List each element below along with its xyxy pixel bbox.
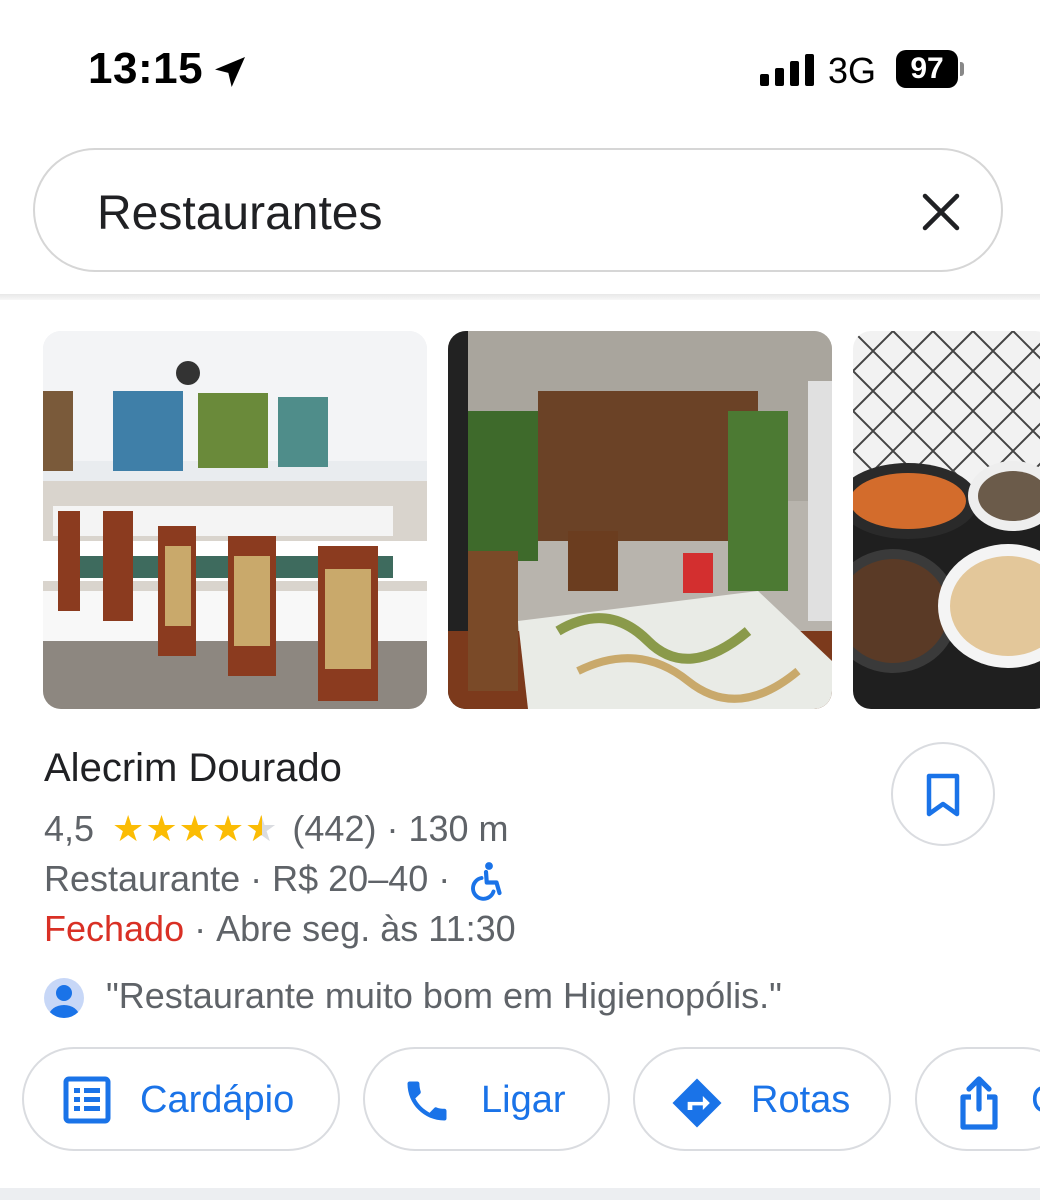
hours-row[interactable]: Fechado · Abre seg. às 11:30 [44,908,516,950]
open-status: Fechado [44,908,185,949]
wheelchair-accessible-icon [471,862,502,902]
directions-icon [672,1078,722,1128]
search-input[interactable]: Restaurantes [97,186,383,241]
save-button[interactable] [891,742,995,846]
rating-row: 4,5 ★★★★★★ (442)·130 m [44,808,509,850]
review-snippet-row[interactable]: "Restaurante muito bom em Higienopólis." [44,975,782,1019]
review-count[interactable]: (442) [292,808,376,849]
food-image [853,331,1040,709]
call-button-label: Ligar [481,1079,566,1121]
battery-level: 97 [896,50,958,88]
directions-button-label: Rotas [751,1079,851,1121]
battery-tip [960,62,964,76]
bookmark-icon [926,773,960,817]
header-divider [0,294,1040,300]
status-time: 13:15 [88,44,204,93]
user-avatar-icon [44,978,84,1019]
opening-hours: Abre seg. às 11:30 [216,908,516,949]
menu-button-label: Cardápio [140,1079,295,1121]
separator-dot: · [250,858,263,899]
review-snippet: "Restaurante muito bom em Higienopólis." [106,975,782,1016]
place-photo-food[interactable] [853,331,1040,709]
category: Restaurante [44,858,241,899]
share-icon [960,1076,998,1130]
patio-image [448,331,832,709]
share-button[interactable]: C [915,1047,1040,1151]
category-row: Restaurante · R$ 20–40 · [44,858,504,902]
price-range: R$ 20–40 [272,858,429,899]
place-name[interactable]: Alecrim Dourado [44,746,342,791]
status-bar: 13:15 3G 97 [0,0,1040,130]
call-button[interactable]: Ligar [363,1047,610,1151]
close-icon[interactable] [919,190,963,234]
bottom-sheet-edge [0,1188,1040,1200]
phone-icon [407,1081,447,1121]
separator-dot: · [386,808,399,849]
location-arrow-icon [215,57,245,87]
cellular-signal-icon [760,54,814,86]
half-star-icon: ★★ [245,808,279,849]
directions-button[interactable]: Rotas [633,1047,891,1151]
dining-room-image [43,331,427,709]
place-photo-patio[interactable] [448,331,832,709]
distance: 130 m [408,808,509,849]
search-bar[interactable]: Restaurantes [33,148,1003,272]
share-button-label: C [1031,1079,1040,1122]
network-type: 3G [828,50,877,91]
separator-dot: · [194,908,207,949]
rating-stars: ★★★★★★ [112,808,279,849]
battery-icon: 97 [896,50,964,88]
place-photo-dining-room[interactable] [43,331,427,709]
menu-button[interactable]: Cardápio [22,1047,340,1151]
rating-value: 4,5 [44,808,95,849]
menu-list-icon [63,1076,111,1124]
separator-dot: · [438,858,451,899]
